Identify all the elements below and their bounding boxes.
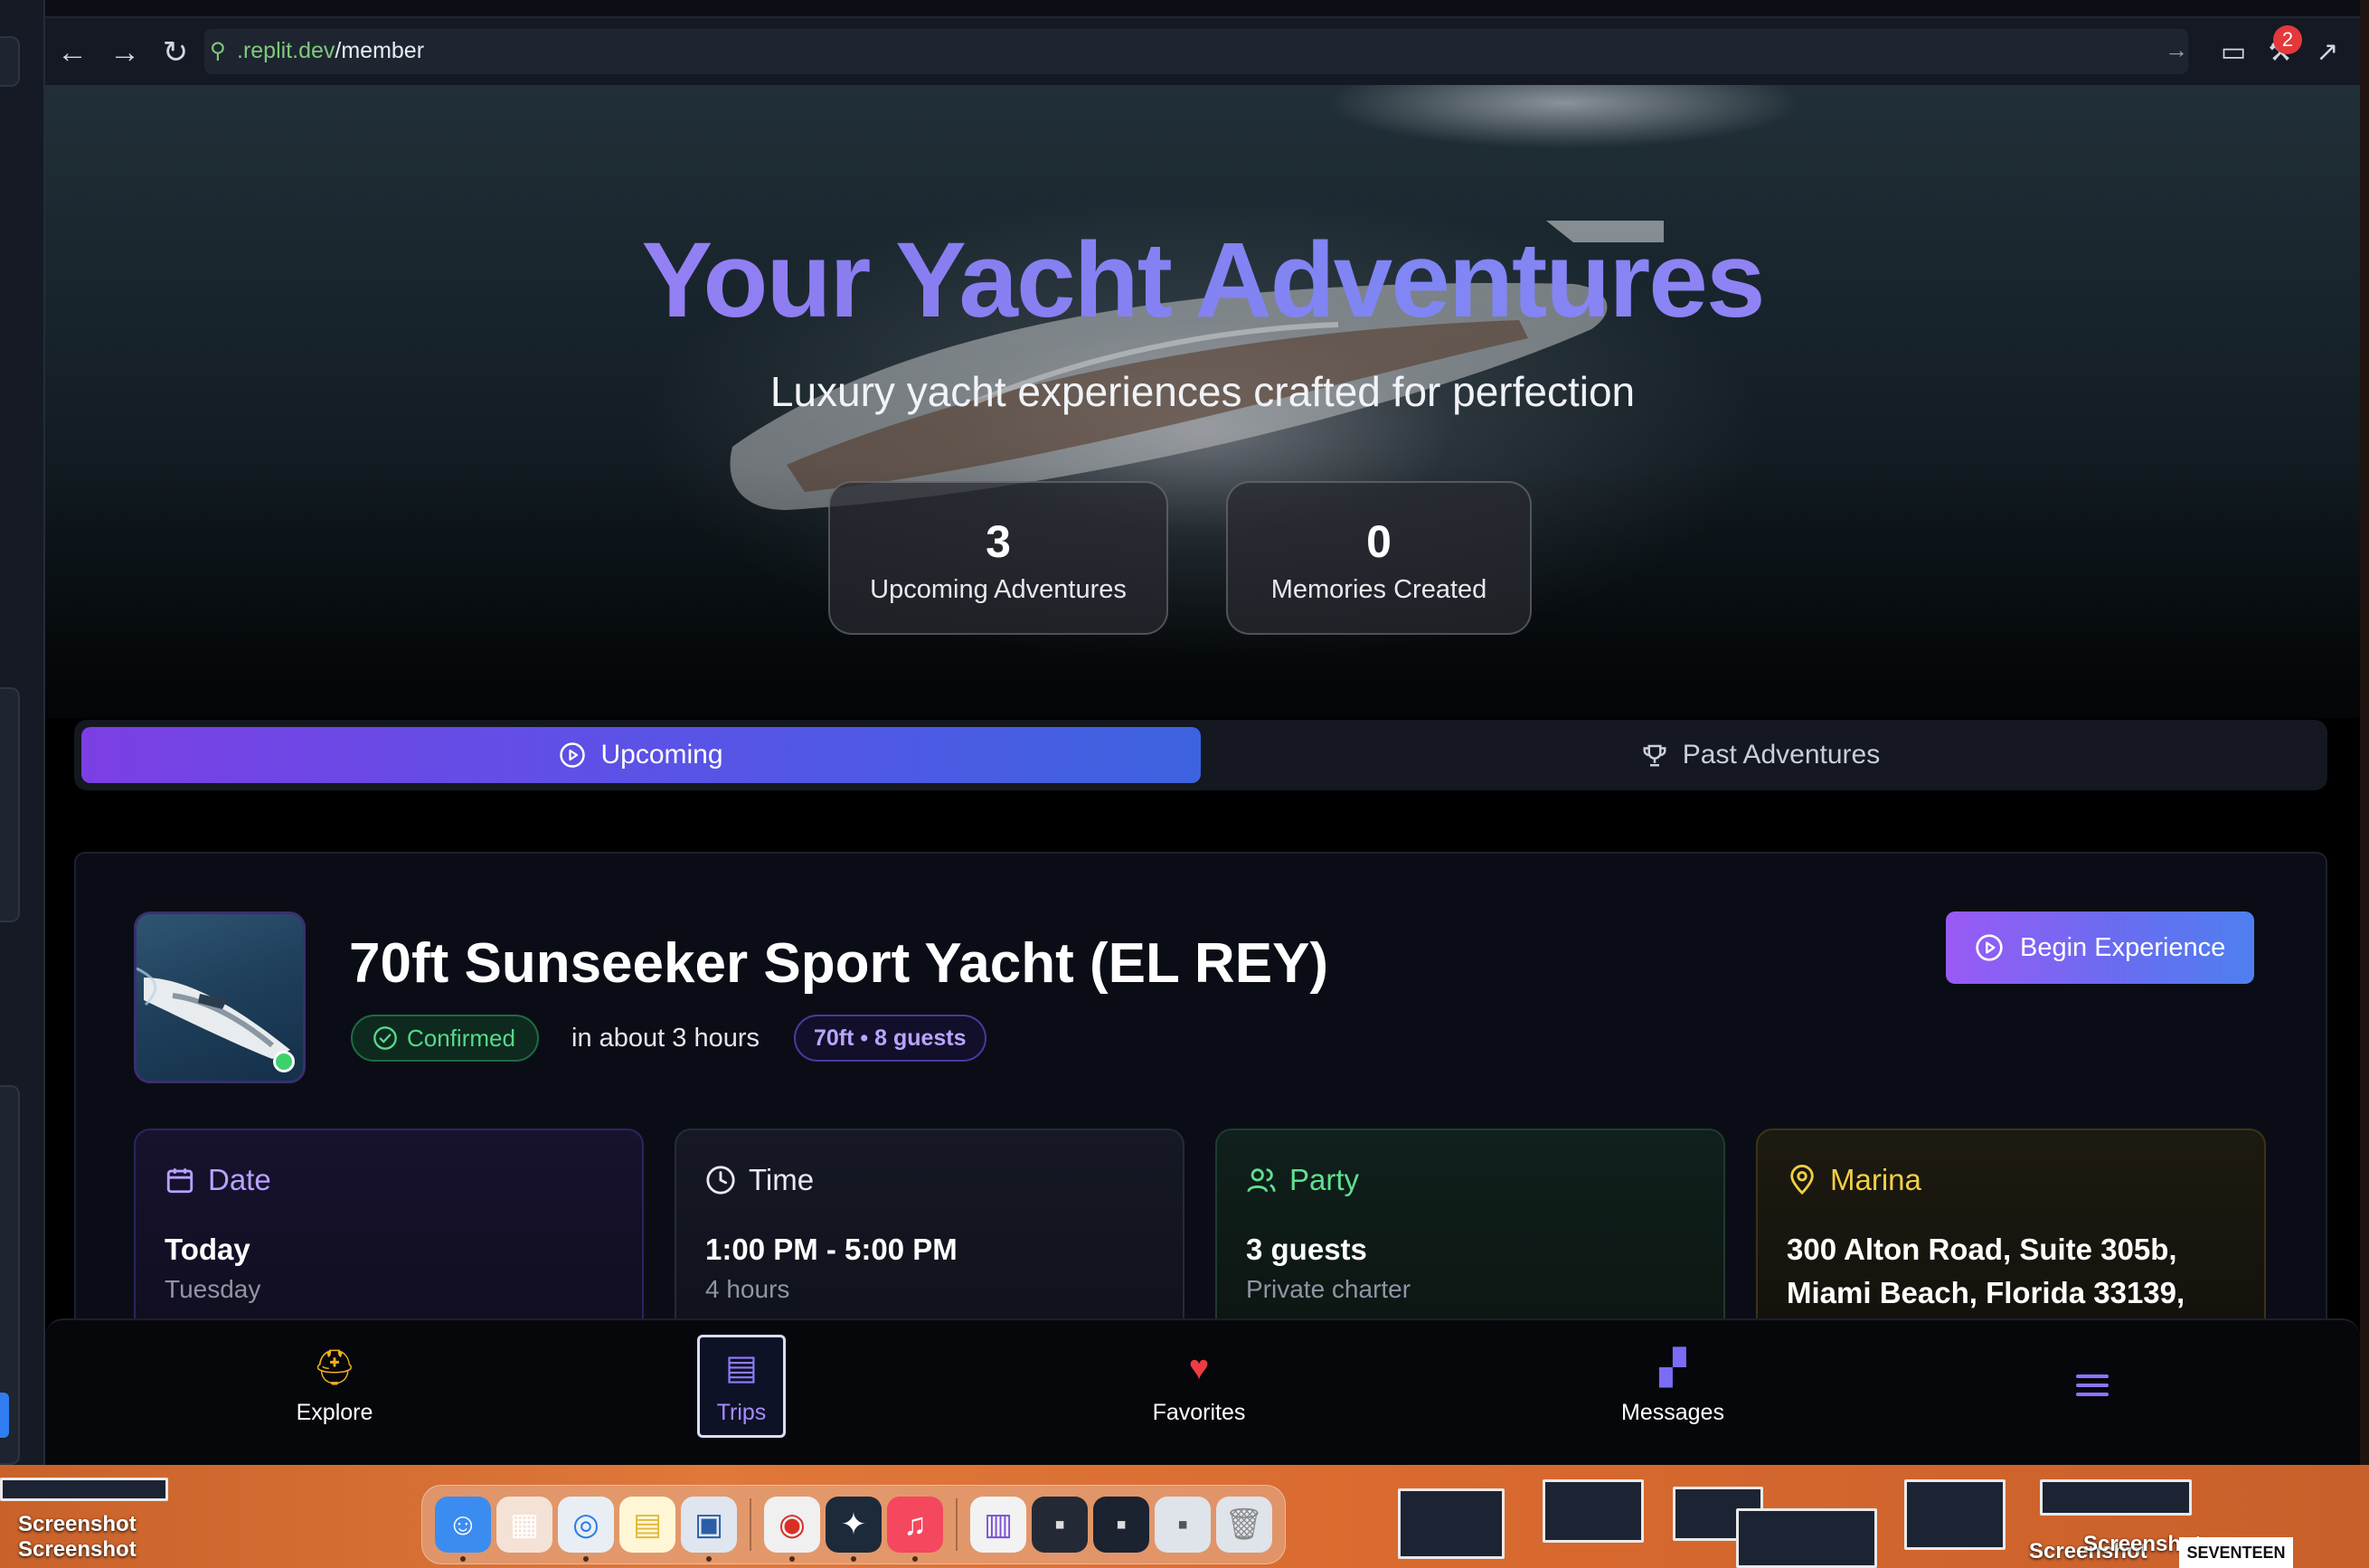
stat-value: 3 <box>986 516 1011 567</box>
yacht-size-badge: 70ft • 8 guests <box>794 1015 986 1062</box>
users-icon <box>1247 1168 1276 1193</box>
finder-icon[interactable]: ☺ <box>435 1497 491 1562</box>
chat-bubbles-icon: ▞ <box>1659 1348 1686 1387</box>
marina-card: Marina 300 Alton Road, Suite 305b, Miami… <box>1756 1129 2266 1353</box>
nav-label: Trips <box>716 1399 767 1425</box>
menu-hamburger-icon[interactable] <box>2065 1369 2119 1405</box>
time-until-trip: in about 3 hours <box>571 1024 760 1053</box>
notification-badge: 2 <box>2273 25 2302 54</box>
desktop-screenshot-thumbnail[interactable] <box>1904 1479 2006 1550</box>
page-subtitle: Luxury yacht experiences crafted for per… <box>769 368 1636 415</box>
forward-arrow-icon[interactable]: → <box>105 33 145 72</box>
desktop-file-label[interactable]: SEVENTEEN <box>2179 1537 2293 1568</box>
nav-messages[interactable]: ▞ Messages <box>1582 1335 1763 1438</box>
nav-favorites[interactable]: ♥ Favorites <box>1109 1335 1289 1438</box>
stat-label: Memories Created <box>1270 575 1487 604</box>
desktop-screenshot-thumbnail[interactable] <box>2040 1479 2192 1516</box>
clock-icon <box>706 1166 735 1195</box>
party-card: Party 3 guests Private charter <box>1215 1129 1725 1346</box>
play-circle-icon <box>560 742 586 768</box>
time-duration: 4 hours <box>705 1275 790 1303</box>
dock-separator <box>956 1498 958 1551</box>
desktop-screenshot-thumbnail[interactable] <box>1736 1508 1877 1568</box>
nav-trips[interactable]: ▤ Trips <box>697 1335 786 1438</box>
url-path: /member <box>335 38 425 63</box>
calendar-icon <box>166 1168 193 1194</box>
side-panel-indicator <box>0 1393 9 1438</box>
nav-explore[interactable]: ⛑ Explore <box>253 1335 416 1438</box>
desktop-screenshot-thumbnail[interactable] <box>0 1478 168 1501</box>
safari-icon[interactable]: ◎ <box>558 1497 614 1562</box>
stat-value: 0 <box>1366 516 1392 567</box>
dock-separator <box>750 1498 751 1551</box>
captain-hat-icon: ⛑ <box>312 1348 357 1387</box>
calendar-icon: ▤ <box>725 1348 758 1387</box>
date-heading: Date <box>208 1163 271 1196</box>
date-value: Today <box>165 1233 250 1266</box>
tab-label: Upcoming <box>600 740 723 770</box>
party-value: 3 guests <box>1246 1233 1367 1266</box>
party-heading: Party <box>1289 1163 1360 1196</box>
open-external-icon[interactable]: ↗ <box>2308 33 2347 72</box>
url-text[interactable]: .replit.dev/member <box>237 38 424 64</box>
trophy-icon <box>1643 744 1666 767</box>
trash-icon[interactable]: 🗑 <box>1216 1497 1272 1553</box>
stat-card-upcoming: 3 Upcoming Adventures <box>828 481 1168 635</box>
tab-past-adventures[interactable]: Past Adventures <box>1201 727 2320 783</box>
status-badge: Confirmed <box>351 1015 539 1062</box>
nav-label: Messages <box>1621 1399 1724 1425</box>
tab-label: Past Adventures <box>1682 740 1881 770</box>
notes-icon[interactable]: ▤ <box>619 1497 675 1553</box>
begin-experience-label: Begin Experience <box>2020 932 2226 962</box>
url-host: .replit.dev <box>237 38 335 63</box>
heart-icon: ♥ <box>1188 1348 1210 1387</box>
preview-icon[interactable]: ▣ <box>681 1497 737 1562</box>
check-circle-icon <box>373 1026 397 1050</box>
tab-upcoming[interactable]: Upcoming <box>81 727 1201 783</box>
launchpad-icon[interactable]: ▦ <box>496 1497 552 1553</box>
desktop-file-label[interactable]: Screenshot <box>18 1512 137 1537</box>
nav-label: Explore <box>296 1399 373 1425</box>
page-title: Your Yacht Adventures <box>45 219 2360 342</box>
map-pin-icon <box>1790 1165 1814 1195</box>
page-viewport: Your Yacht Adventures Luxury yacht exper… <box>45 85 2360 1465</box>
desktop-screenshot-thumbnail[interactable] <box>1543 1479 1644 1543</box>
sidebar-toggle-handle[interactable] <box>0 36 20 87</box>
desktop-screenshot-thumbnail[interactable] <box>1398 1488 1505 1559</box>
address-bar[interactable] <box>204 29 2188 74</box>
pdf-document-icon[interactable]: ▥ <box>970 1497 1026 1553</box>
trip-title: 70ft Sunseeker Sport Yacht (EL REY) <box>349 932 1329 995</box>
compass-app-icon[interactable]: ✦ <box>826 1497 882 1562</box>
date-weekday: Tuesday <box>165 1275 261 1303</box>
chrome-icon[interactable]: ◉ <box>764 1497 820 1562</box>
go-arrow-icon[interactable]: → <box>2165 36 2188 64</box>
music-icon[interactable]: ♫ <box>887 1497 943 1562</box>
recent-window-thumbnail-icon[interactable]: ▪ <box>1155 1497 1211 1553</box>
begin-experience-button[interactable]: Begin Experience <box>1946 912 2255 984</box>
desktop-file-label[interactable]: Screenshot <box>18 1537 137 1563</box>
marina-heading: Marina <box>1830 1163 1921 1196</box>
stat-card-memories: 0 Memories Created <box>1226 481 1532 635</box>
online-status-dot <box>273 1051 295 1072</box>
link-icon: ⚲ <box>210 39 226 63</box>
status-badge-label: Confirmed <box>407 1024 515 1052</box>
play-circle-icon <box>1976 934 2003 961</box>
side-panel-handle[interactable] <box>0 687 20 922</box>
stat-label: Upcoming Adventures <box>870 575 1127 604</box>
back-arrow-icon[interactable]: ← <box>52 33 92 72</box>
dock: ☺ ▦ ◎ ▤ ▣ ◉ ✦ ♫ ▥ ▪ ▪ ▪ 🗑 <box>421 1485 1286 1564</box>
recent-window-thumbnail-icon[interactable]: ▪ <box>1032 1497 1088 1553</box>
date-card: Date Today Tuesday <box>134 1129 644 1346</box>
time-value: 1:00 PM - 5:00 PM <box>705 1233 958 1266</box>
reload-icon[interactable]: ↻ <box>156 33 195 72</box>
nav-label: Favorites <box>1152 1399 1246 1425</box>
monitor-icon[interactable]: ▭ <box>2213 33 2253 72</box>
tab-strip <box>45 0 2360 18</box>
time-heading: Time <box>749 1163 815 1196</box>
recent-window-thumbnail-icon[interactable]: ▪ <box>1093 1497 1149 1553</box>
party-type: Private charter <box>1246 1275 1411 1303</box>
time-card: Time 1:00 PM - 5:00 PM 4 hours <box>675 1129 1184 1346</box>
